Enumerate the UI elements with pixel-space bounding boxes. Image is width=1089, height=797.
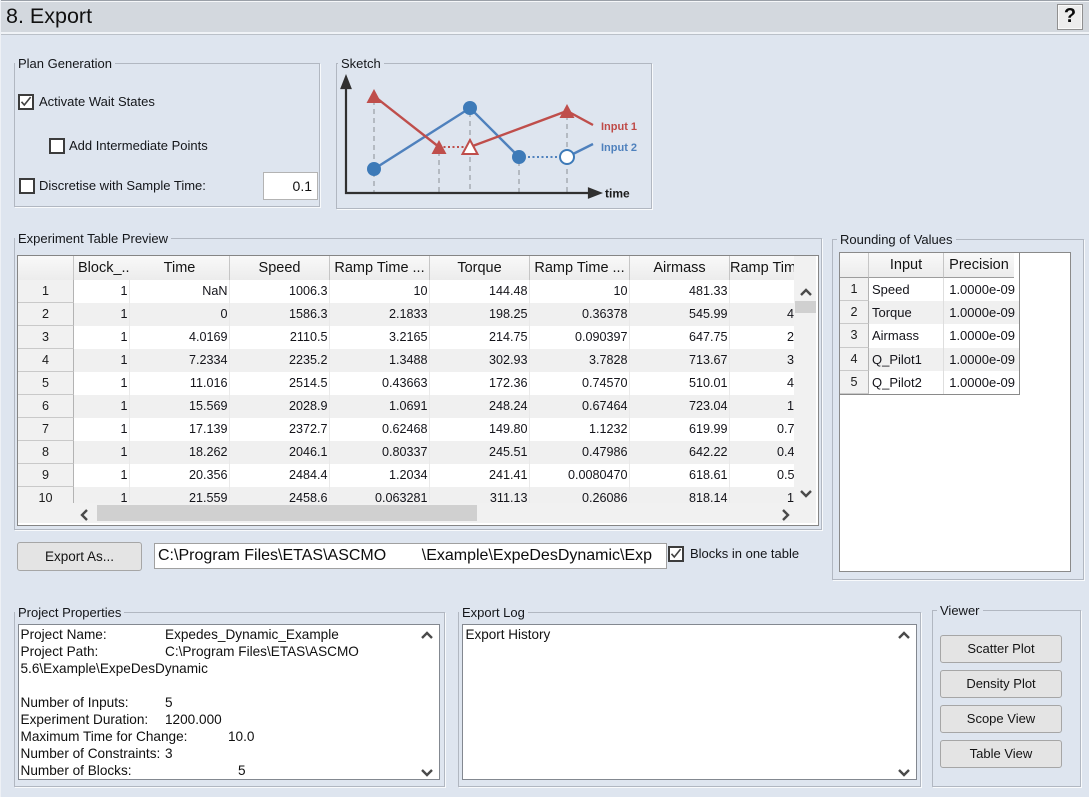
svg-text:Input 2: Input 2 xyxy=(601,142,637,154)
svg-text:time: time xyxy=(605,187,630,201)
svg-text:Input 1: Input 1 xyxy=(601,121,637,133)
